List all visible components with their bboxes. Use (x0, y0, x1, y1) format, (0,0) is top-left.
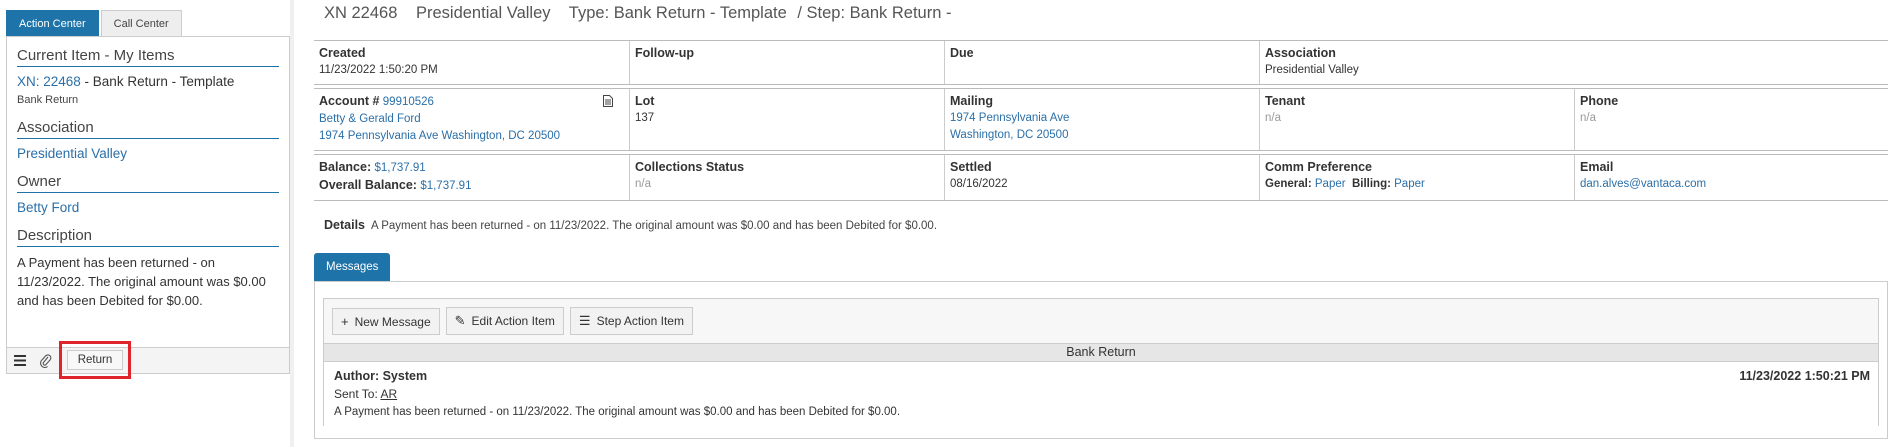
owner-address-link[interactable]: 1974 Pennsylvania Ave Washington, DC 205… (319, 128, 624, 145)
current-item-sub: Bank Return (17, 94, 79, 106)
info-table: Created 11/23/2022 1:50:20 PM Follow-up … (314, 40, 1888, 204)
email-link[interactable]: dan.alves@vantaca.com (1580, 176, 1883, 193)
current-item-panel: Current Item - My Items XN: 22468 - Bank… (6, 36, 290, 348)
page-title: XN 22468 Presidential Valley Type: Bank … (324, 4, 965, 23)
details-text: A Payment has been returned - on 11/23/2… (371, 220, 938, 232)
description-heading: Description (17, 227, 279, 247)
mailing-line2[interactable]: Washington, DC 20500 (950, 127, 1254, 144)
messages-inner: + New Message ✎ Edit Action Item ☰ Step Act… (323, 298, 1879, 426)
tenant-label: Tenant (1265, 94, 1306, 108)
created-value: 11/23/2022 1:50:20 PM (319, 64, 438, 76)
document-icon[interactable] (603, 95, 613, 112)
description-text: A Payment has been returned - on 11/23/2… (17, 255, 266, 308)
settled-label: Settled (950, 160, 992, 174)
sent-to-label: Sent To: (334, 387, 378, 401)
general-label: General: (1265, 178, 1312, 190)
pencil-icon: ✎ (454, 313, 466, 328)
created-label: Created (319, 46, 366, 60)
title-step: / Step: Bank Return - (797, 4, 952, 22)
message-heading: Bank Return (324, 343, 1878, 362)
overall-balance-label: Overall Balance: (319, 178, 417, 192)
owner-heading: Owner (17, 173, 279, 193)
info-row-dates: Created 11/23/2022 1:50:20 PM Follow-up … (314, 40, 1888, 85)
association-link[interactable]: Presidential Valley (17, 146, 127, 161)
title-xn: XN 22468 (324, 4, 398, 22)
message-item: Author: System 11/23/2022 1:50:21 PM Sen… (324, 362, 1878, 426)
return-button[interactable]: Return (66, 350, 124, 370)
balance-label: Balance: (319, 160, 372, 174)
phone-label: Phone (1580, 94, 1619, 108)
tab-messages[interactable]: Messages (314, 253, 391, 281)
mailing-label: Mailing (950, 94, 994, 108)
owner-name-link[interactable]: Betty & Gerald Ford (319, 111, 624, 128)
message-author: Author: System (334, 369, 428, 383)
current-item-heading: Current Item - My Items (17, 47, 279, 67)
settled-value: 08/16/2022 (950, 178, 1008, 190)
left-tabs: Action Center Call Center (6, 10, 290, 36)
xn-title: - Bank Return - Template (80, 74, 235, 89)
messages-toolbar: + New Message ✎ Edit Action Item ☰ Step Act… (324, 299, 1878, 343)
mailing-line1[interactable]: 1974 Pennsylvania Ave (950, 110, 1254, 127)
info-row-balance: Balance: $1,737.91 Overall Balance: $1,7… (314, 154, 1888, 201)
collections-value: n/a (635, 178, 651, 190)
billing-label: Billing: (1351, 178, 1391, 190)
account-number-link[interactable]: 99910526 (383, 96, 434, 108)
collections-label: Collections Status (635, 160, 745, 174)
association-value: Presidential Valley (1265, 64, 1359, 76)
main-panel: XN 22468 Presidential Valley Type: Bank … (310, 0, 1888, 447)
info-row-account: Account # 99910526 Betty & Gerald Ford 1… (314, 88, 1888, 151)
followup-label: Follow-up (635, 46, 695, 60)
comm-preference-label: Comm Preference (1265, 160, 1372, 174)
left-bottom-bar: Return (6, 341, 290, 379)
general-value[interactable]: Paper (1315, 178, 1346, 190)
new-message-label: New Message (354, 314, 431, 329)
balance-value[interactable]: $1,737.91 (374, 162, 425, 174)
lot-value: 137 (635, 112, 655, 124)
list-icon: ☰ (578, 313, 591, 328)
message-text: A Payment has been returned - on 11/23/2… (334, 406, 901, 418)
menu-icon[interactable] (7, 348, 33, 374)
overall-balance-value[interactable]: $1,737.91 (420, 180, 471, 192)
lot-label: Lot (635, 94, 655, 108)
association-label: Association (1265, 46, 1336, 60)
new-message-button[interactable]: + New Message (332, 307, 440, 335)
account-label: Account # (319, 94, 380, 108)
message-date: 11/23/2022 1:50:21 PM (1739, 369, 1870, 383)
xn-link[interactable]: XN: 22468 (17, 74, 81, 89)
email-label: Email (1580, 160, 1614, 174)
tab-call-center[interactable]: Call Center (100, 10, 182, 36)
details-label: Details (324, 218, 365, 232)
plus-icon: + (341, 313, 349, 329)
sent-to-link[interactable]: AR (380, 387, 397, 401)
step-action-item-label: Step Action Item (596, 314, 684, 328)
owner-link[interactable]: Betty Ford (17, 200, 79, 215)
left-panel: Action Center Call Center Current Item -… (6, 10, 290, 447)
paperclip-icon[interactable] (33, 348, 59, 374)
phone-value: n/a (1580, 112, 1596, 124)
step-action-item-button[interactable]: ☰ Step Action Item (569, 307, 693, 335)
messages-panel: + New Message ✎ Edit Action Item ☰ Step Act… (314, 281, 1888, 439)
billing-value[interactable]: Paper (1394, 178, 1425, 190)
current-item-body: XN: 22468 - Bank Return - Template Bank … (17, 73, 279, 109)
edit-action-item-label: Edit Action Item (471, 314, 555, 328)
association-heading: Association (17, 119, 279, 139)
panel-splitter[interactable] (290, 0, 294, 447)
title-association: Presidential Valley (415, 4, 551, 22)
return-button-highlight: Return (59, 341, 131, 379)
tab-action-center[interactable]: Action Center (6, 10, 99, 36)
details-line: Details A Payment has been returned - on … (324, 218, 937, 232)
edit-action-item-button[interactable]: ✎ Edit Action Item (445, 307, 564, 335)
title-type: Type: Bank Return - Template (568, 4, 787, 22)
tenant-value: n/a (1265, 112, 1281, 124)
due-label: Due (950, 46, 974, 60)
